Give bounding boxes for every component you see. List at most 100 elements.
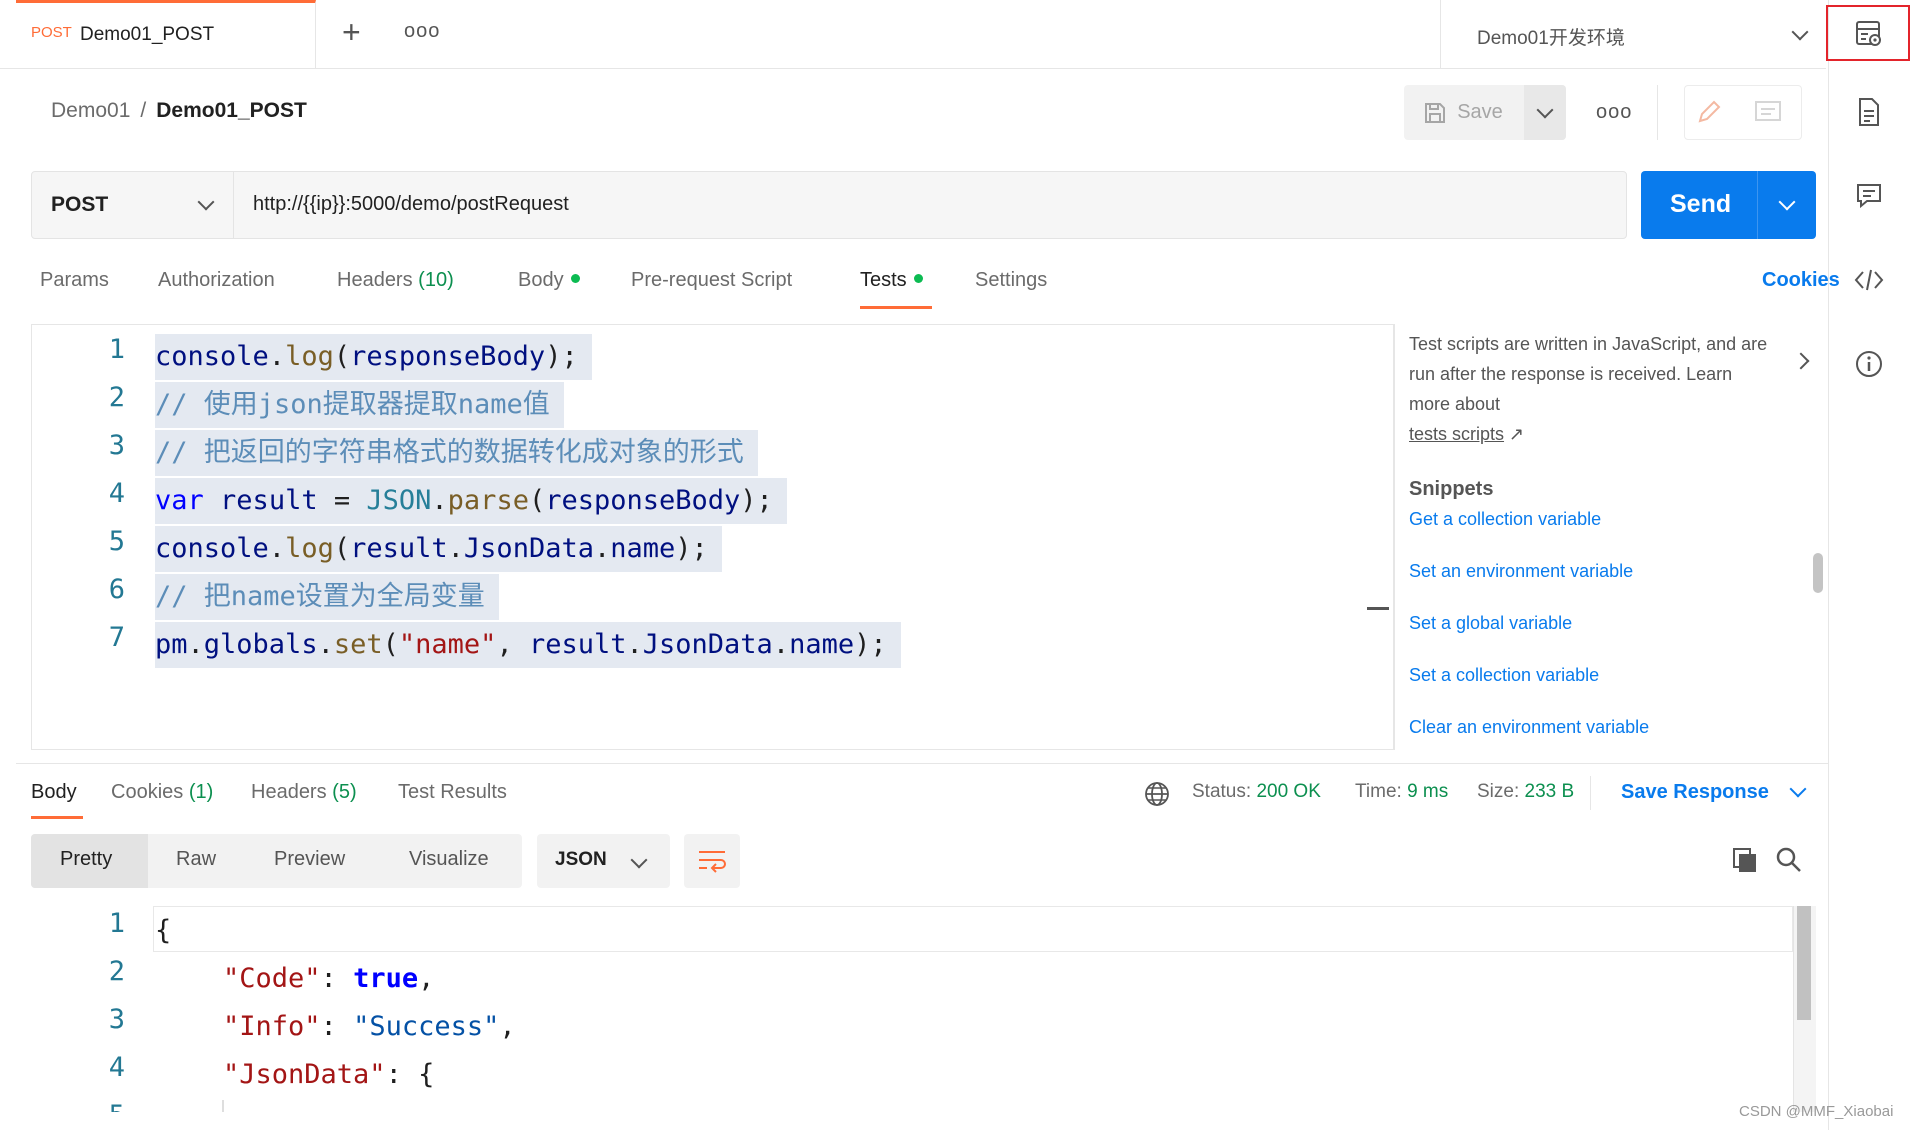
comment-view-icon[interactable] (1754, 100, 1782, 129)
external-link-icon: ↗ (1509, 424, 1525, 444)
headers-count: (10) (418, 269, 454, 291)
response-tab-test-results[interactable]: Test Results (398, 781, 507, 804)
snippet-item[interactable]: Set a global variable (1409, 613, 1572, 634)
response-status: Status: 200 OK (1192, 781, 1321, 803)
globe-icon[interactable] (1144, 781, 1170, 812)
code-line: var result = JSON.parse(responseBody); (155, 478, 787, 524)
tab-body[interactable]: Body (518, 269, 580, 292)
response-line-number: 3 (108, 1004, 125, 1035)
response-tab-cookies[interactable]: Cookies (1) (111, 781, 213, 804)
status-label: Status: (1192, 781, 1252, 802)
view-mode-pretty[interactable]: Pretty (60, 848, 112, 871)
status-value: 200 OK (1256, 781, 1321, 802)
active-tab-underline (860, 306, 932, 309)
time-value: 9 ms (1407, 781, 1449, 802)
editor-line-number: 1 (108, 334, 125, 365)
editor-line-number: 6 (108, 574, 125, 605)
editor-panel-divider (1394, 324, 1395, 750)
code-snippet-icon[interactable] (1853, 264, 1885, 296)
response-code-line: "Info": "Success", (223, 1011, 516, 1042)
snippets-scrollbar[interactable] (1813, 553, 1823, 593)
tab-tests-label: Tests (860, 269, 907, 291)
toolbar-divider (1657, 85, 1658, 140)
tab-body-label: Body (518, 269, 564, 291)
tab-name-label: Demo01_POST (80, 24, 215, 45)
snippet-item[interactable]: Get a collection variable (1409, 509, 1601, 530)
save-response-button[interactable]: Save Response (1621, 781, 1769, 804)
comments-icon[interactable] (1853, 180, 1885, 212)
response-cookies-count: (1) (188, 781, 214, 803)
new-tab-button[interactable]: + (342, 14, 361, 51)
editor-line-number: 7 (108, 622, 125, 653)
snippet-item[interactable]: Set an environment variable (1409, 561, 1633, 582)
request-more-options-icon[interactable]: ooo (1596, 101, 1632, 124)
help-description: Test scripts are written in JavaScript, … (1409, 334, 1768, 414)
collapse-panel-chevron-icon[interactable] (1792, 352, 1810, 370)
time-label: Time: (1355, 781, 1402, 802)
current-line-highlight (153, 906, 1793, 952)
code-line: console.log(responseBody); (155, 334, 592, 380)
send-label: Send (1670, 190, 1732, 218)
response-headers-count: (5) (332, 781, 357, 803)
tab-headers[interactable]: Headers (10) (337, 269, 454, 292)
response-line-number: 1 (108, 908, 125, 939)
editor-line-number: 2 (108, 382, 125, 413)
editor-line-number: 4 (108, 478, 125, 509)
copy-icon[interactable] (1731, 846, 1759, 879)
breadcrumb-parent[interactable]: Demo01 (51, 99, 130, 122)
url-divider (233, 171, 234, 239)
tab-more-options-icon[interactable]: ooo (404, 20, 440, 43)
search-icon[interactable] (1775, 846, 1803, 879)
response-line-number: 4 (108, 1052, 125, 1083)
tab-headers-label: Headers (337, 269, 413, 291)
save-label: Save (1457, 101, 1503, 123)
right-sidebar (1828, 0, 1913, 1130)
tests-indicator-dot (913, 274, 923, 284)
response-divider (16, 763, 1828, 764)
code-line: // 把name设置为全局变量 (155, 574, 499, 620)
response-tab-body[interactable]: Body (31, 781, 77, 804)
edit-pencil-icon[interactable] (1696, 99, 1722, 130)
method-select[interactable]: POST (51, 193, 108, 217)
status-divider (1590, 776, 1591, 810)
highlight-annotation-box (1826, 5, 1910, 61)
tests-help-text: Test scripts are written in JavaScript, … (1409, 329, 1769, 449)
response-tab-headers-label: Headers (251, 781, 327, 803)
documentation-icon[interactable] (1853, 96, 1885, 128)
code-line: // 使用json提取器提取name值 (155, 382, 564, 428)
cookies-link[interactable]: Cookies (1762, 269, 1840, 292)
view-mode-raw[interactable]: Raw (176, 848, 216, 871)
response-tab-headers[interactable]: Headers (5) (251, 781, 357, 804)
tab-authorization[interactable]: Authorization (158, 269, 275, 292)
format-selected: JSON (555, 849, 607, 870)
tab-tests[interactable]: Tests (860, 269, 923, 292)
environment-name: Demo01开发环境 (1477, 28, 1625, 49)
url-input[interactable]: http://{{ip}}:5000/demo/postRequest (253, 193, 569, 216)
tests-scripts-link[interactable]: tests scripts (1409, 424, 1504, 444)
tab-prerequest-script[interactable]: Pre-request Script (631, 269, 792, 292)
info-icon[interactable] (1853, 348, 1885, 380)
editor-line-number: 3 (108, 430, 125, 461)
editor-line-number: 5 (108, 526, 125, 557)
indent-guide (222, 1100, 224, 1112)
breadcrumb-separator: / (140, 99, 147, 122)
response-size: Size: 233 B (1477, 781, 1574, 803)
response-code-line: { (155, 915, 172, 946)
view-mode-visualize[interactable]: Visualize (409, 848, 489, 871)
response-scrollbar-thumb[interactable] (1797, 906, 1811, 1020)
breadcrumb-current[interactable]: Demo01_POST (156, 99, 307, 122)
snippet-item[interactable]: Set a collection variable (1409, 665, 1599, 686)
save-response-chevron-icon[interactable] (1789, 780, 1807, 798)
code-line: console.log(result.JsonData.name); (155, 526, 722, 572)
snippet-item[interactable]: Clear an environment variable (1409, 717, 1649, 738)
response-line-number: 2 (108, 956, 125, 987)
body-indicator-dot (570, 274, 580, 284)
tab-params[interactable]: Params (40, 269, 109, 292)
wrap-lines-icon (697, 848, 727, 879)
breadcrumb: Demo01 / Demo01_POST (51, 99, 307, 123)
tab-settings[interactable]: Settings (975, 269, 1047, 292)
save-button[interactable]: Save (1404, 85, 1522, 140)
code-line: // 把返回的字符串格式的数据转化成对象的形式 (155, 430, 758, 476)
editor-scroll-marker (1367, 607, 1389, 610)
view-mode-preview[interactable]: Preview (274, 848, 345, 871)
